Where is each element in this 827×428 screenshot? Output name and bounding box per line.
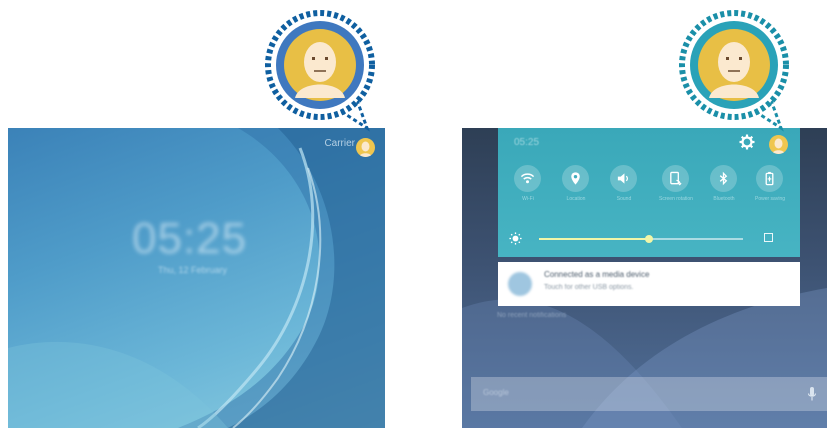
lock-user-avatar-button[interactable] [356,138,375,157]
location-label: Location [566,196,586,202]
brightness-auto-checkbox[interactable] [764,233,773,242]
screen-rotation-icon [670,171,682,186]
power-saving-icon [765,171,774,186]
sound-icon [617,173,629,184]
brightness-icon [509,232,522,245]
wallpaper-waves [8,128,385,428]
location-toggle[interactable] [562,165,589,192]
location-icon [571,172,580,185]
wifi-toggle[interactable] [514,165,541,192]
brightness-slider[interactable] [539,235,743,243]
bluetooth-label: Bluetooth [713,196,735,202]
wifi-label: Wi-Fi [522,196,534,202]
user-profile-icon [359,141,372,157]
lock-date: Thu, 12 February [158,265,228,275]
bluetooth-toggle[interactable] [710,165,737,192]
panel-time: 05:25 [514,137,540,148]
lock-clock: 05:25 [132,214,248,263]
sound-label: Sound [616,196,632,202]
screen-rotation-label: Screen rotation [659,196,693,202]
screen-rotation-toggle[interactable] [662,165,689,192]
notification-subtitle: Touch for other USB options. [544,284,634,291]
notification-title: Connected as a media device [544,270,650,279]
brightness-slider-thumb[interactable] [645,235,653,243]
sound-toggle[interactable] [610,165,637,192]
usb-notification-icon [508,272,532,296]
lock-status-text: Carrier [324,138,355,149]
lock-screen: Carrier 05:25 Thu, 12 February [8,128,385,428]
notification-card[interactable]: Connected as a media device Touch for ot… [498,262,800,306]
avatar-callout-left [265,10,385,139]
bluetooth-icon [719,171,728,186]
power-saving-toggle[interactable] [756,165,783,192]
brightness-slider-fill [539,238,649,240]
wifi-icon [520,173,535,184]
search-placeholder: Google [483,388,509,397]
microphone-icon[interactable] [807,386,817,402]
avatar-callout-right [679,10,799,139]
power-saving-label: Power saving [754,196,785,202]
search-bar[interactable]: Google [471,377,827,411]
below-card-text: No recent notifications [497,312,567,319]
